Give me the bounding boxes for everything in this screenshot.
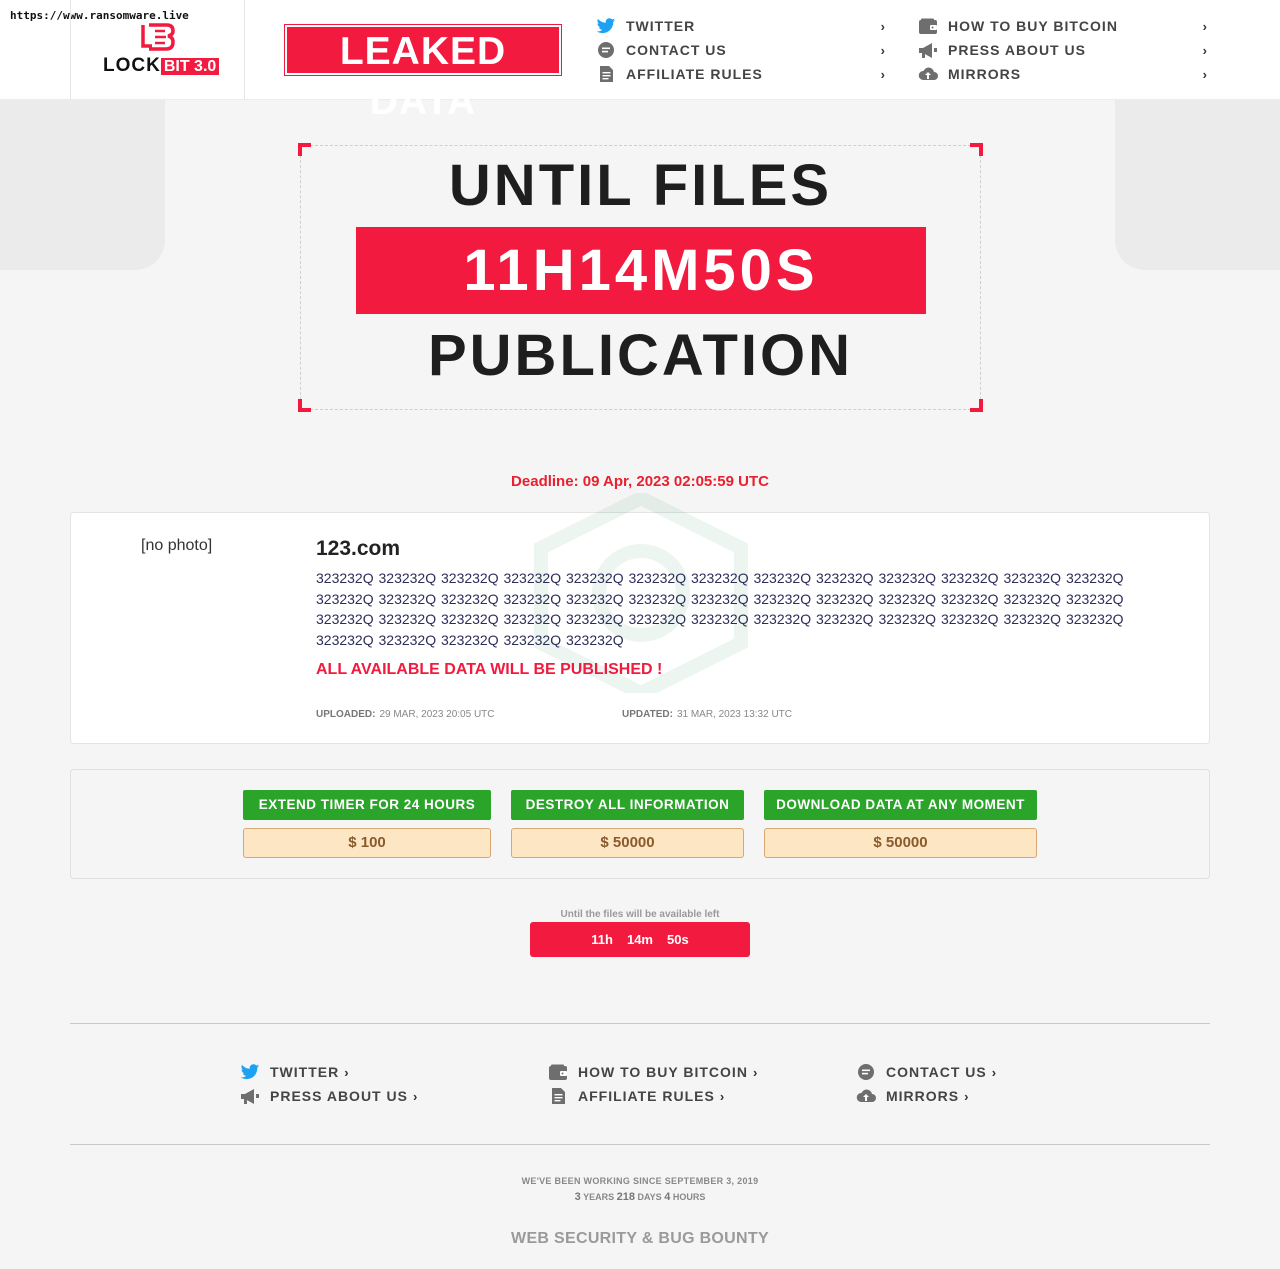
- nav-label: TWITTER: [626, 18, 696, 34]
- nav-label: AFFILIATE RULES: [626, 66, 763, 82]
- destroy-information-button[interactable]: DESTROY ALL INFORMATION: [511, 790, 744, 820]
- chat-icon: [596, 41, 616, 59]
- deadline-text: Deadline: 09 Apr, 2023 02:05:59 UTC: [511, 473, 769, 490]
- nav-label: PRESS ABOUT US: [270, 1088, 408, 1104]
- top-nav-col1: TWITTER › CONTACT US › AFFILIATE RULES ›: [596, 14, 890, 90]
- chat-icon: [856, 1063, 876, 1081]
- post-title: 123.com: [316, 537, 401, 560]
- nav-press-about-us[interactable]: PRESS ABOUT US ›: [918, 38, 1212, 62]
- countdown-frame: UNTIL FILES 11H14M50S PUBLICATION: [298, 143, 983, 412]
- chevron-right-icon: ›: [880, 18, 886, 34]
- action-extend-timer: EXTEND TIMER FOR 24 HOURS $ 100: [243, 790, 491, 858]
- site-header: https://www.ransomware.live LOCK BIT 3.0 …: [0, 0, 1280, 123]
- nav-mirrors[interactable]: MIRRORS ›: [918, 62, 1212, 86]
- nav-contact-us[interactable]: CONTACT US ›: [596, 38, 890, 62]
- working-duration: 3 YEARS 218 DAYS 4 HOURS: [574, 1191, 706, 1203]
- timer-minutes: 14m: [626, 932, 653, 947]
- working-since-text: WE'VE BEEN WORKING SINCE SEPTEMBER 3, 20…: [521, 1176, 759, 1186]
- footer-nav-press-about-us[interactable]: PRESS ABOUT US ›: [240, 1084, 418, 1108]
- frame-corner: [298, 399, 311, 412]
- post-warning: ALL AVAILABLE DATA WILL BE PUBLISHED !: [316, 661, 663, 678]
- chevron-right-icon: ›: [1202, 66, 1208, 82]
- footer-nav-mirrors[interactable]: MIRRORS ›: [856, 1084, 997, 1108]
- chevron-right-icon: ›: [1202, 18, 1208, 34]
- footer-nav-twitter[interactable]: TWITTER ›: [240, 1060, 418, 1084]
- chevron-right-icon: ›: [752, 1064, 759, 1080]
- footer-nav-col2: HOW TO BUY BITCOIN › AFFILIATE RULES ›: [548, 1060, 758, 1108]
- nav-label: CONTACT US: [886, 1064, 987, 1080]
- logo[interactable]: LOCK BIT 3.0: [70, 0, 245, 100]
- chevron-right-icon: ›: [991, 1064, 998, 1080]
- download-data-button[interactable]: DOWNLOAD DATA AT ANY MOMENT: [764, 790, 1037, 820]
- footer-nav-col3: CONTACT US › MIRRORS ›: [856, 1060, 997, 1108]
- chevron-right-icon: ›: [719, 1088, 726, 1104]
- nav-label: PRESS ABOUT US: [948, 42, 1086, 58]
- nav-label: MIRRORS: [886, 1088, 960, 1104]
- chevron-right-icon: ›: [880, 42, 886, 58]
- post-description: 323232Q 323232Q 323232Q 323232Q 323232Q …: [316, 570, 1124, 648]
- nav-label: HOW TO BUY BITCOIN: [578, 1064, 748, 1080]
- uploaded-date: UPLOADED: 29 MAR, 2023 20:05 UTC: [316, 709, 495, 720]
- nav-label: MIRRORS: [948, 66, 1022, 82]
- document-icon: [596, 65, 616, 83]
- chevron-right-icon: ›: [880, 66, 886, 82]
- files-left-timer: 11h 14m 50s: [530, 922, 750, 957]
- chevron-right-icon: ›: [344, 1064, 350, 1080]
- updated-date: UPDATED: 31 MAR, 2023 13:32 UTC: [622, 709, 792, 720]
- countdown-heading-bottom: PUBLICATION: [427, 323, 853, 388]
- cloud-upload-icon: [918, 65, 938, 83]
- leaked-data-banner: LEAKED DATA: [284, 24, 562, 123]
- footer-divider: [70, 1023, 1210, 1024]
- files-left-caption: Until the files will be available left: [560, 909, 720, 920]
- lockbit-logo-icon: [141, 23, 175, 51]
- nav-label: TWITTER: [270, 1064, 340, 1080]
- extend-timer-price: $ 100: [243, 828, 491, 858]
- cloud-upload-icon: [856, 1087, 876, 1105]
- bug-bounty-link[interactable]: WEB SECURITY & BUG BOUNTY: [0, 1230, 1280, 1248]
- twitter-icon: [240, 1063, 260, 1081]
- footer-nav-col1: TWITTER › PRESS ABOUT US ›: [240, 1060, 418, 1108]
- countdown-timer: 11H14M50S: [356, 227, 926, 314]
- nav-affiliate-rules[interactable]: AFFILIATE RULES ›: [596, 62, 890, 86]
- wallet-icon: [918, 17, 938, 35]
- footer-nav-contact-us[interactable]: CONTACT US ›: [856, 1060, 997, 1084]
- footer-nav-how-to-buy-bitcoin[interactable]: HOW TO BUY BITCOIN ›: [548, 1060, 758, 1084]
- nav-label: AFFILIATE RULES: [578, 1088, 715, 1104]
- nav-twitter[interactable]: TWITTER ›: [596, 14, 890, 38]
- wallet-icon: [548, 1063, 568, 1081]
- chevron-right-icon: ›: [412, 1088, 419, 1104]
- decorative-shape-left: [0, 100, 165, 270]
- nav-label: HOW TO BUY BITCOIN: [948, 18, 1118, 34]
- post-card: [no photo] 123.com 323232Q 323232Q 32323…: [70, 493, 1210, 744]
- download-data-price: $ 50000: [764, 828, 1037, 858]
- footer-nav-affiliate-rules[interactable]: AFFILIATE RULES ›: [548, 1084, 758, 1108]
- logo-text: LOCK BIT 3.0: [103, 55, 220, 77]
- nav-how-to-buy-bitcoin[interactable]: HOW TO BUY BITCOIN ›: [918, 14, 1212, 38]
- extend-timer-button[interactable]: EXTEND TIMER FOR 24 HOURS: [243, 790, 491, 820]
- nav-label: CONTACT US: [626, 42, 727, 58]
- frame-corner: [970, 399, 983, 412]
- megaphone-icon: [240, 1087, 260, 1105]
- top-nav-col2: HOW TO BUY BITCOIN › PRESS ABOUT US › MI…: [918, 14, 1212, 90]
- action-download-data: DOWNLOAD DATA AT ANY MOMENT $ 50000: [764, 790, 1037, 858]
- actions-card: EXTEND TIMER FOR 24 HOURS $ 100 DESTROY …: [70, 769, 1210, 879]
- timer-hours: 11h: [591, 932, 613, 947]
- chevron-right-icon: ›: [964, 1088, 970, 1104]
- document-icon: [548, 1087, 568, 1105]
- footer-divider: [70, 1144, 1210, 1145]
- megaphone-icon: [918, 41, 938, 59]
- no-photo-placeholder: [no photo]: [141, 537, 213, 554]
- timer-seconds: 50s: [667, 932, 689, 947]
- twitter-icon: [596, 17, 616, 35]
- action-destroy-information: DESTROY ALL INFORMATION $ 50000: [511, 790, 744, 858]
- decorative-shape-right: [1115, 100, 1280, 270]
- destroy-information-price: $ 50000: [511, 828, 744, 858]
- countdown-heading-top: UNTIL FILES: [448, 153, 833, 218]
- chevron-right-icon: ›: [1202, 42, 1208, 58]
